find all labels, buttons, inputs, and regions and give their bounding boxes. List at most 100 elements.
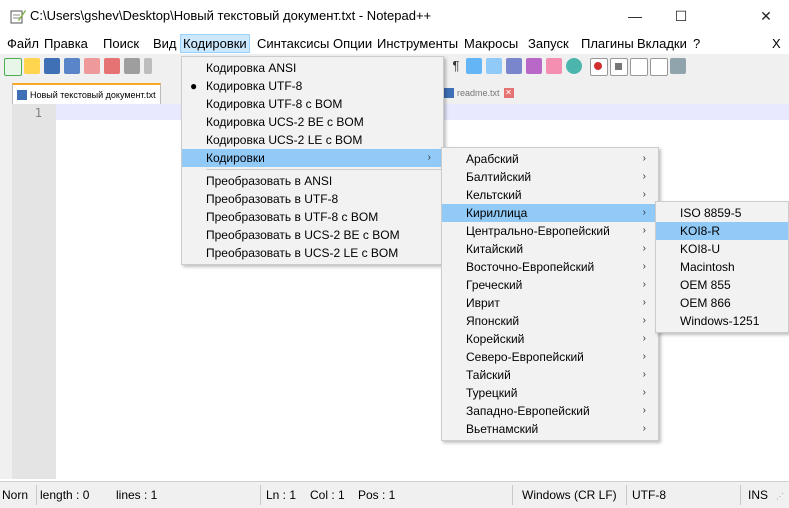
monitoring-icon[interactable] — [566, 58, 582, 74]
save-icon[interactable] — [44, 58, 60, 74]
menu-item-label: Кодировка UTF-8 с BOM — [206, 97, 343, 111]
menu-item-charsets-submenu[interactable]: Кодировки › — [182, 149, 443, 167]
show-all-chars-icon[interactable]: ¶ — [448, 58, 464, 74]
menu-item-koi8-u[interactable]: KOI8-U — [656, 240, 788, 258]
menu-item-arabic[interactable]: Арабский › — [442, 150, 658, 168]
menu-encoding[interactable]: Кодировки — [180, 34, 250, 53]
status-eol: Windows (CR LF) — [522, 488, 617, 502]
menu-item-label: Японский — [466, 314, 520, 328]
minimize-button[interactable]: — — [612, 0, 658, 32]
tab-label: Новый текстовый документ.txt — [30, 90, 156, 100]
menu-run[interactable]: Запуск — [526, 35, 571, 52]
close-file-icon[interactable] — [84, 58, 100, 74]
close-tab-icon[interactable]: ✕ — [503, 88, 514, 98]
status-file-type: Norn — [2, 488, 29, 502]
close-all-icon[interactable] — [104, 58, 120, 74]
menu-search[interactable]: Поиск — [101, 35, 141, 52]
menu-item-iso-8859-5[interactable]: ISO 8859-5 — [656, 204, 788, 222]
status-col: Col : 1 — [310, 488, 345, 502]
menu-item-convert-utf8[interactable]: Преобразовать в UTF-8 — [182, 190, 443, 208]
menu-item-windows-1251[interactable]: Windows-1251 — [656, 312, 788, 330]
new-file-icon[interactable] — [4, 58, 22, 76]
menu-item-turkish[interactable]: Турецкий › — [442, 384, 658, 402]
menu-item-chinese[interactable]: Китайский › — [442, 240, 658, 258]
menu-help[interactable]: ? — [691, 35, 702, 52]
save-all-icon[interactable] — [64, 58, 80, 74]
menu-item-convert-utf8-bom[interactable]: Преобразовать в UTF-8 с BOM — [182, 208, 443, 226]
menu-macros[interactable]: Макросы — [462, 35, 520, 52]
status-separator — [36, 485, 37, 505]
menu-item-central-european[interactable]: Центрально-Европейский › — [442, 222, 658, 240]
record-macro-icon[interactable] — [590, 58, 608, 76]
menu-tools[interactable]: Инструменты — [375, 35, 460, 52]
menu-item-convert-ucs2-be[interactable]: Преобразовать в UCS-2 BE с BOM — [182, 226, 443, 244]
chevron-right-icon: › — [642, 351, 646, 362]
menu-item-cyrillic[interactable]: Кириллица › — [442, 204, 658, 222]
menu-item-label: Кодировка ANSI — [206, 61, 297, 75]
status-ln: Ln : 1 — [266, 488, 297, 502]
menu-item-celtic[interactable]: Кельтский › — [442, 186, 658, 204]
maximize-button[interactable]: ☐ — [658, 0, 704, 32]
menu-item-koi8-r[interactable]: KOI8-R — [656, 222, 788, 240]
menu-item-vietnamese[interactable]: Вьетнамский › — [442, 420, 658, 438]
menu-item-convert-ucs2-le[interactable]: Преобразовать в UCS-2 LE с BOM — [182, 244, 443, 262]
menu-tabs[interactable]: Вкладки — [635, 35, 689, 52]
tab-new-document[interactable]: Новый текстовый документ.txt — [12, 83, 161, 105]
menu-edit[interactable]: Правка — [42, 35, 90, 52]
chevron-right-icon: › — [642, 225, 646, 236]
menu-item-encode-utf8-bom[interactable]: Кодировка UTF-8 с BOM — [182, 95, 443, 113]
menu-item-eastern-european[interactable]: Восточно-Европейский › — [442, 258, 658, 276]
tab-label: readme.txt — [457, 88, 500, 98]
resize-grip-icon[interactable]: ⋰ — [776, 492, 784, 501]
menu-item-korean[interactable]: Корейский › — [442, 330, 658, 348]
run-macro-multiple-icon[interactable] — [650, 58, 668, 76]
print-icon[interactable] — [124, 58, 140, 74]
function-list-icon[interactable] — [526, 58, 542, 74]
open-file-icon[interactable] — [24, 58, 40, 74]
doc-map-icon[interactable] — [506, 58, 522, 74]
encoding-dropdown-menu: Кодировка ANSI ● Кодировка UTF-8 Кодировк… — [181, 56, 444, 265]
menu-item-macintosh[interactable]: Macintosh — [656, 258, 788, 276]
status-pos: Pos : 1 — [358, 488, 396, 502]
title-bar: C:\Users\gshev\Desktop\Новый текстовый д… — [0, 0, 789, 32]
menu-syntax[interactable]: Синтаксисы — [255, 35, 331, 52]
menu-item-label: Западно-Европейский — [466, 404, 590, 418]
menu-item-oem-866[interactable]: OEM 866 — [656, 294, 788, 312]
menu-item-western-european[interactable]: Западно-Европейский › — [442, 402, 658, 420]
chevron-right-icon: › — [642, 207, 646, 218]
menu-item-encode-ansi[interactable]: Кодировка ANSI — [182, 59, 443, 77]
menu-item-encode-ucs2-le[interactable]: Кодировка UCS-2 LE с BOM — [182, 131, 443, 149]
menu-item-label: Преобразовать в UTF-8 — [206, 192, 339, 206]
menu-item-greek[interactable]: Греческий › — [442, 276, 658, 294]
menu-item-oem-855[interactable]: OEM 855 — [656, 276, 788, 294]
menu-item-label: OEM 866 — [680, 296, 731, 310]
chevron-right-icon: › — [642, 153, 646, 164]
menu-item-japanese[interactable]: Японский › — [442, 312, 658, 330]
menu-item-encode-utf8[interactable]: ● Кодировка UTF-8 — [182, 77, 443, 95]
menu-item-hebrew[interactable]: Иврит › — [442, 294, 658, 312]
menu-item-baltic[interactable]: Балтийский › — [442, 168, 658, 186]
stop-macro-icon[interactable] — [610, 58, 628, 76]
menu-item-convert-ansi[interactable]: Преобразовать в ANSI — [182, 172, 443, 190]
tab-readme[interactable]: readme.txt ✕ — [440, 83, 518, 103]
close-button[interactable]: ✕ — [743, 0, 789, 32]
menu-plugins[interactable]: Плагины — [579, 35, 636, 52]
menu-item-thai[interactable]: Тайский › — [442, 366, 658, 384]
status-separator — [512, 485, 513, 505]
user-lang-icon[interactable] — [486, 58, 502, 74]
menu-bar: Файл Правка Поиск Вид Кодировки Синтакси… — [0, 32, 789, 54]
save-macro-icon[interactable] — [670, 58, 686, 74]
folder-workspace-icon[interactable] — [546, 58, 562, 74]
menu-view[interactable]: Вид — [151, 35, 179, 52]
play-macro-icon[interactable] — [630, 58, 648, 76]
menu-item-north-european[interactable]: Северо-Европейский › — [442, 348, 658, 366]
indent-guide-icon[interactable] — [466, 58, 482, 74]
chevron-right-icon: › — [642, 261, 646, 272]
menu-item-label: OEM 855 — [680, 278, 731, 292]
cut-icon[interactable] — [144, 58, 152, 74]
menu-options[interactable]: Опции — [331, 35, 374, 52]
menu-file[interactable]: Файл — [5, 35, 41, 52]
menubar-close-doc-button[interactable]: X — [770, 35, 783, 52]
status-insert-mode: INS — [748, 488, 769, 502]
menu-item-encode-ucs2-be[interactable]: Кодировка UCS-2 BE с BOM — [182, 113, 443, 131]
